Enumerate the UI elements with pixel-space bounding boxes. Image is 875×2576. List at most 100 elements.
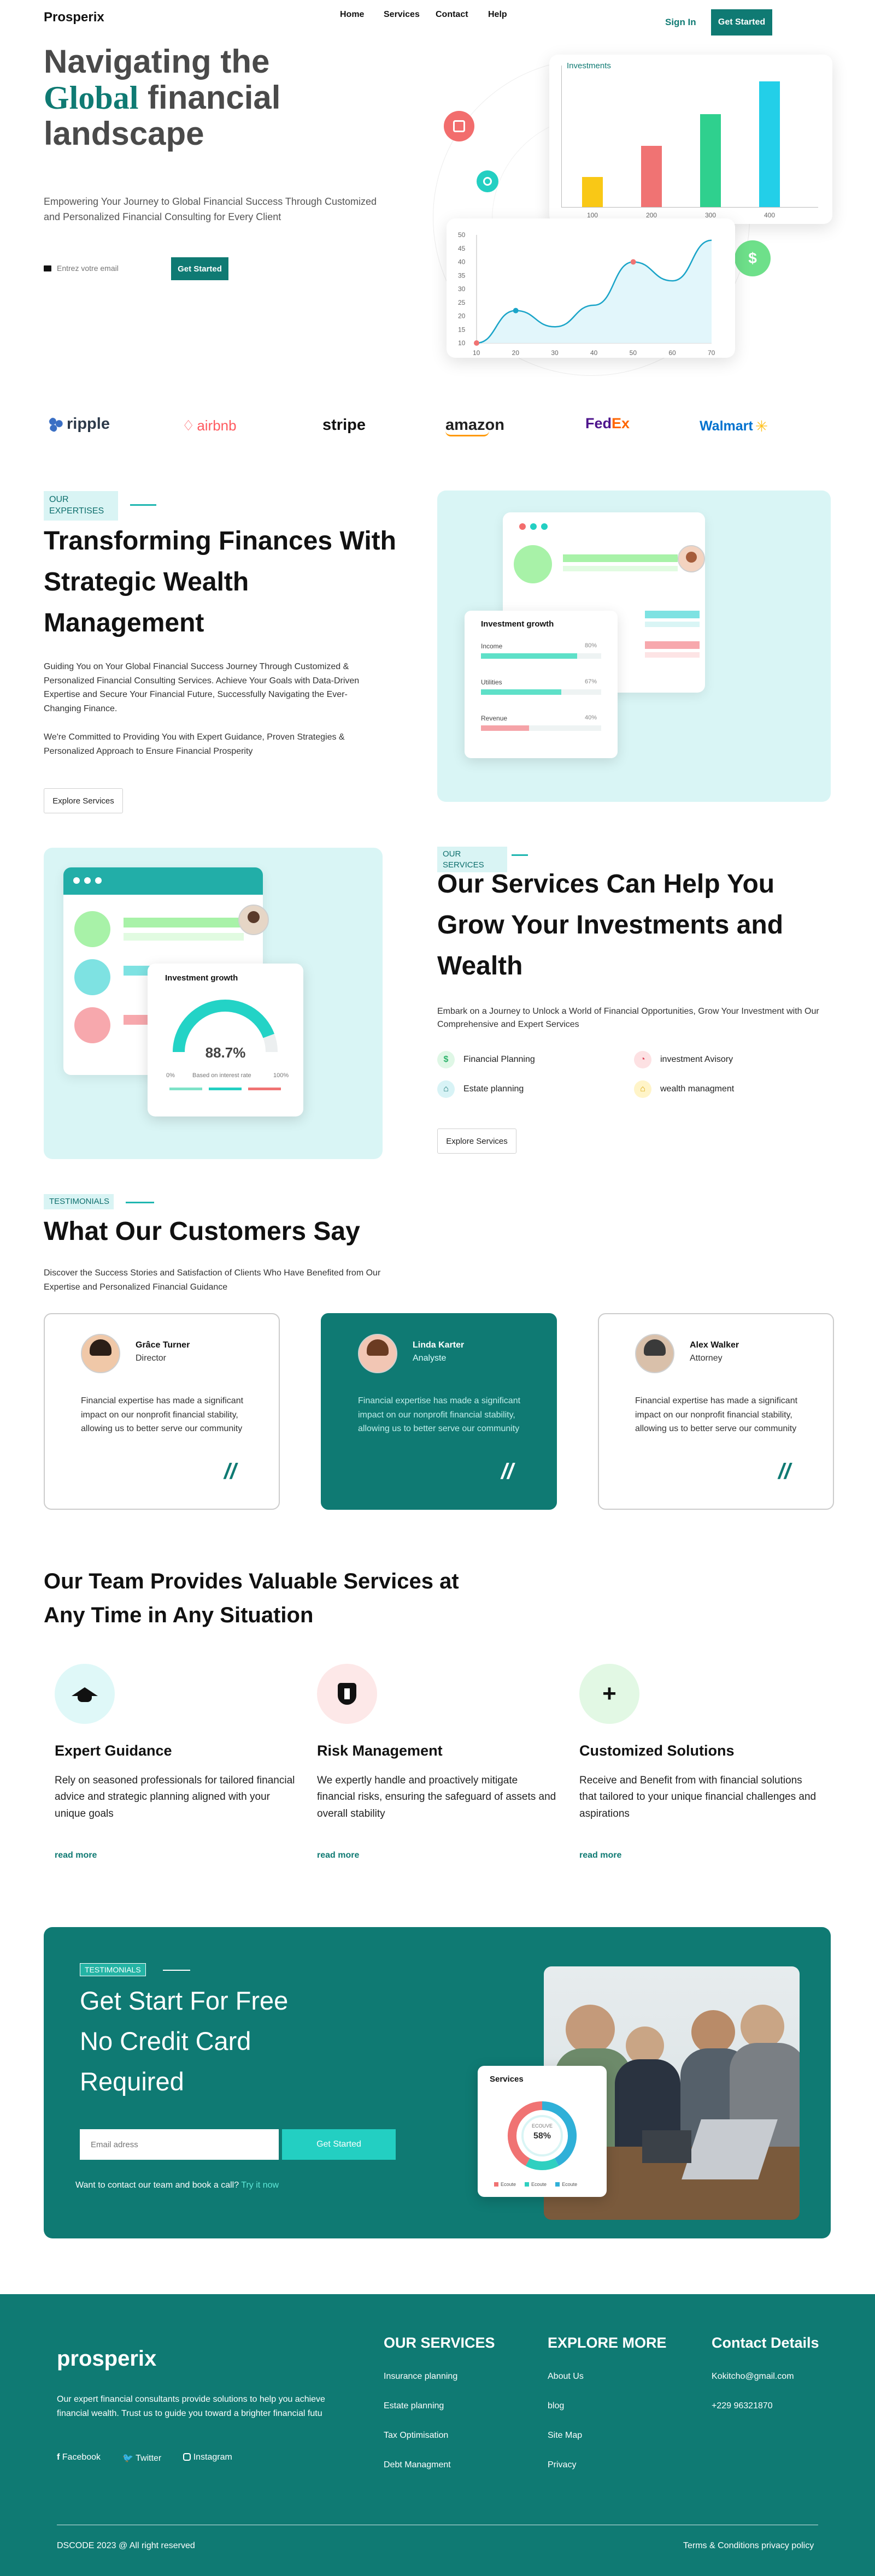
testimonial-text: Financial expertise has made a significa…: [358, 1396, 521, 1434]
testimonial-text: Financial expertise has made a significa…: [81, 1396, 244, 1434]
cta-tag-line: [163, 1970, 190, 1971]
hero-get-started-button[interactable]: Get Started: [171, 257, 228, 280]
service-item[interactable]: ⌂ wealth managment: [634, 1080, 734, 1098]
footer-link-privacy[interactable]: Privacy: [548, 2460, 576, 2470]
services-explore-button[interactable]: Explore Services: [437, 1129, 516, 1154]
brand-fedex: FedEx: [585, 415, 630, 432]
twitter-icon: 🐦: [122, 2454, 136, 2463]
footer-link-debt[interactable]: Debt Managment: [384, 2460, 451, 2470]
x-tick-label: 60: [668, 349, 676, 357]
footer-phone[interactable]: +229 96321870: [712, 2401, 773, 2411]
service-item[interactable]: $ Financial Planning: [437, 1051, 535, 1068]
cta-try-link[interactable]: Try it now: [241, 2181, 279, 2190]
footer-col3-title: Contact Details: [712, 2335, 819, 2351]
nav-contact[interactable]: Contact: [436, 10, 468, 20]
cta-get-started-button[interactable]: Get Started: [282, 2129, 396, 2160]
hero-title: Navigating the Global financial landscap…: [44, 44, 280, 152]
cta-title-line3: Required: [80, 2067, 184, 2096]
line-chart-point: [513, 308, 519, 314]
donut-legend: Ecoute Ecoute Ecoute: [494, 2182, 577, 2187]
cta-title-line2: No Credit Card: [80, 2026, 251, 2055]
footer-link-tax[interactable]: Tax Optimisation: [384, 2431, 448, 2441]
legend-label: Ecoute: [501, 2182, 516, 2187]
envelope-icon: [44, 265, 51, 271]
footer-legal-links[interactable]: Terms & Conditions privacy policy: [683, 2541, 814, 2551]
brand-walmart: Walmart ✳: [700, 418, 768, 435]
testimonial-role: Analyste: [413, 1354, 447, 1363]
testimonials-description: Discover the Success Stories and Satisfa…: [44, 1268, 381, 1292]
nav-home[interactable]: Home: [340, 10, 364, 20]
hero-email-input[interactable]: [57, 264, 155, 273]
testimonial-name: Alex Walker: [690, 1340, 739, 1350]
twitter-link[interactable]: 🐦 Twitter: [122, 2453, 161, 2463]
testimonials-title: What Our Customers Say: [44, 1217, 360, 1246]
team-service-desc: Receive and Benefit from with financial …: [579, 1775, 817, 1819]
investment-bar-label: 100: [586, 211, 598, 219]
nav-get-started-button[interactable]: Get Started: [711, 9, 772, 36]
read-more-link[interactable]: read more: [579, 1851, 621, 1860]
footer-link-insurance[interactable]: Insurance planning: [384, 2372, 457, 2382]
growth-row-label: Utilities: [481, 678, 502, 686]
x-tick-label: 20: [512, 349, 520, 357]
testimonial-name: Linda Karter: [413, 1340, 465, 1350]
services-donut-card: Services ECOUVE 58% Ecoute Ecoute Ecoute: [478, 2066, 607, 2197]
cta-email-input[interactable]: [80, 2129, 279, 2160]
footer-link-about[interactable]: About Us: [548, 2372, 584, 2382]
investment-bar: [641, 145, 662, 207]
signin-link[interactable]: Sign In: [665, 17, 696, 28]
service-item-label: Financial Planning: [463, 1055, 535, 1064]
donut-segment: [525, 2158, 559, 2170]
testimonial-role: Attorney: [690, 1354, 723, 1363]
service-item[interactable]: ⌂ Estate planning: [437, 1080, 524, 1098]
testimonial-card: Grâce Turner Director Financial expertise …: [44, 1313, 280, 1510]
y-tick-label: 40: [458, 258, 466, 266]
gauge-card-title: Investment growth: [165, 973, 238, 983]
home-icon: ⌂: [634, 1080, 651, 1098]
team-service-title: Risk Management: [317, 1742, 443, 1759]
brand-logo[interactable]: Prosperix: [44, 10, 104, 25]
x-tick-label: 40: [590, 349, 598, 357]
testimonials-tag-line: [126, 1202, 154, 1203]
footer-link-sitemap[interactable]: Site Map: [548, 2431, 582, 2441]
footer: prosperix Our expert financial consultan…: [0, 2294, 875, 2576]
team-service-title: Customized Solutions: [579, 1742, 735, 1759]
hero-title-global: Global: [44, 80, 139, 116]
nav-help[interactable]: Help: [488, 10, 507, 20]
read-more-link[interactable]: read more: [317, 1851, 359, 1860]
line-chart-card: 50 45 40 35 30 25 20 15 10 10 20 30 40 50 60 70: [447, 218, 735, 358]
footer-email[interactable]: Kokitcho@gmail.com: [712, 2372, 794, 2382]
footer-link-estate[interactable]: Estate planning: [384, 2401, 444, 2411]
footer-description: Our expert financial consultants provide…: [57, 2395, 325, 2418]
line-chart-point: [630, 259, 636, 265]
plus-icon: +: [579, 1664, 639, 1724]
cta-call-text: Want to contact our team and book a call…: [75, 2181, 279, 2190]
y-tick-label: 35: [458, 271, 466, 279]
footer-link-blog[interactable]: blog: [548, 2401, 564, 2411]
nav-services[interactable]: Services: [384, 10, 420, 20]
expertise-explore-button[interactable]: Explore Services: [44, 788, 123, 813]
gauge-max: 100%: [273, 1072, 289, 1079]
growth-row-bar: [481, 653, 577, 659]
growth-row-pct: 80%: [585, 642, 597, 649]
services-description: Embark on a Journey to Unlock a World of…: [437, 1007, 819, 1029]
instagram-link[interactable]: Instagram: [183, 2453, 232, 2463]
investments-chart-card: Investments 100 200 300 400: [549, 55, 832, 224]
service-item-label: wealth managment: [660, 1084, 735, 1094]
service-item[interactable]: ◔ investment Avisory: [634, 1051, 733, 1068]
target-icon: [444, 111, 474, 141]
gauge-min: 0%: [166, 1072, 175, 1079]
investment-bar-label: 400: [764, 211, 776, 219]
read-more-link[interactable]: read more: [55, 1851, 97, 1860]
hero-email-field[interactable]: [44, 257, 158, 280]
line-chart-point: [474, 340, 479, 346]
legend-swatch: [494, 2182, 498, 2187]
testimonial-avatar: [81, 1334, 120, 1373]
cta-panel: TESTIMONIALS Get Start For Free No Credi…: [44, 1927, 831, 2238]
hero-title-line3: landscape: [44, 115, 204, 152]
testimonials-tag: TESTIMONIALS: [44, 1194, 114, 1209]
gauge-caption: Based on interest rate: [192, 1072, 251, 1079]
facebook-link[interactable]: f Facebook: [57, 2453, 101, 2463]
x-tick-label: 30: [551, 349, 559, 357]
brand-airbnb: ♢ airbnb: [182, 417, 237, 434]
y-tick-label: 45: [458, 245, 466, 252]
